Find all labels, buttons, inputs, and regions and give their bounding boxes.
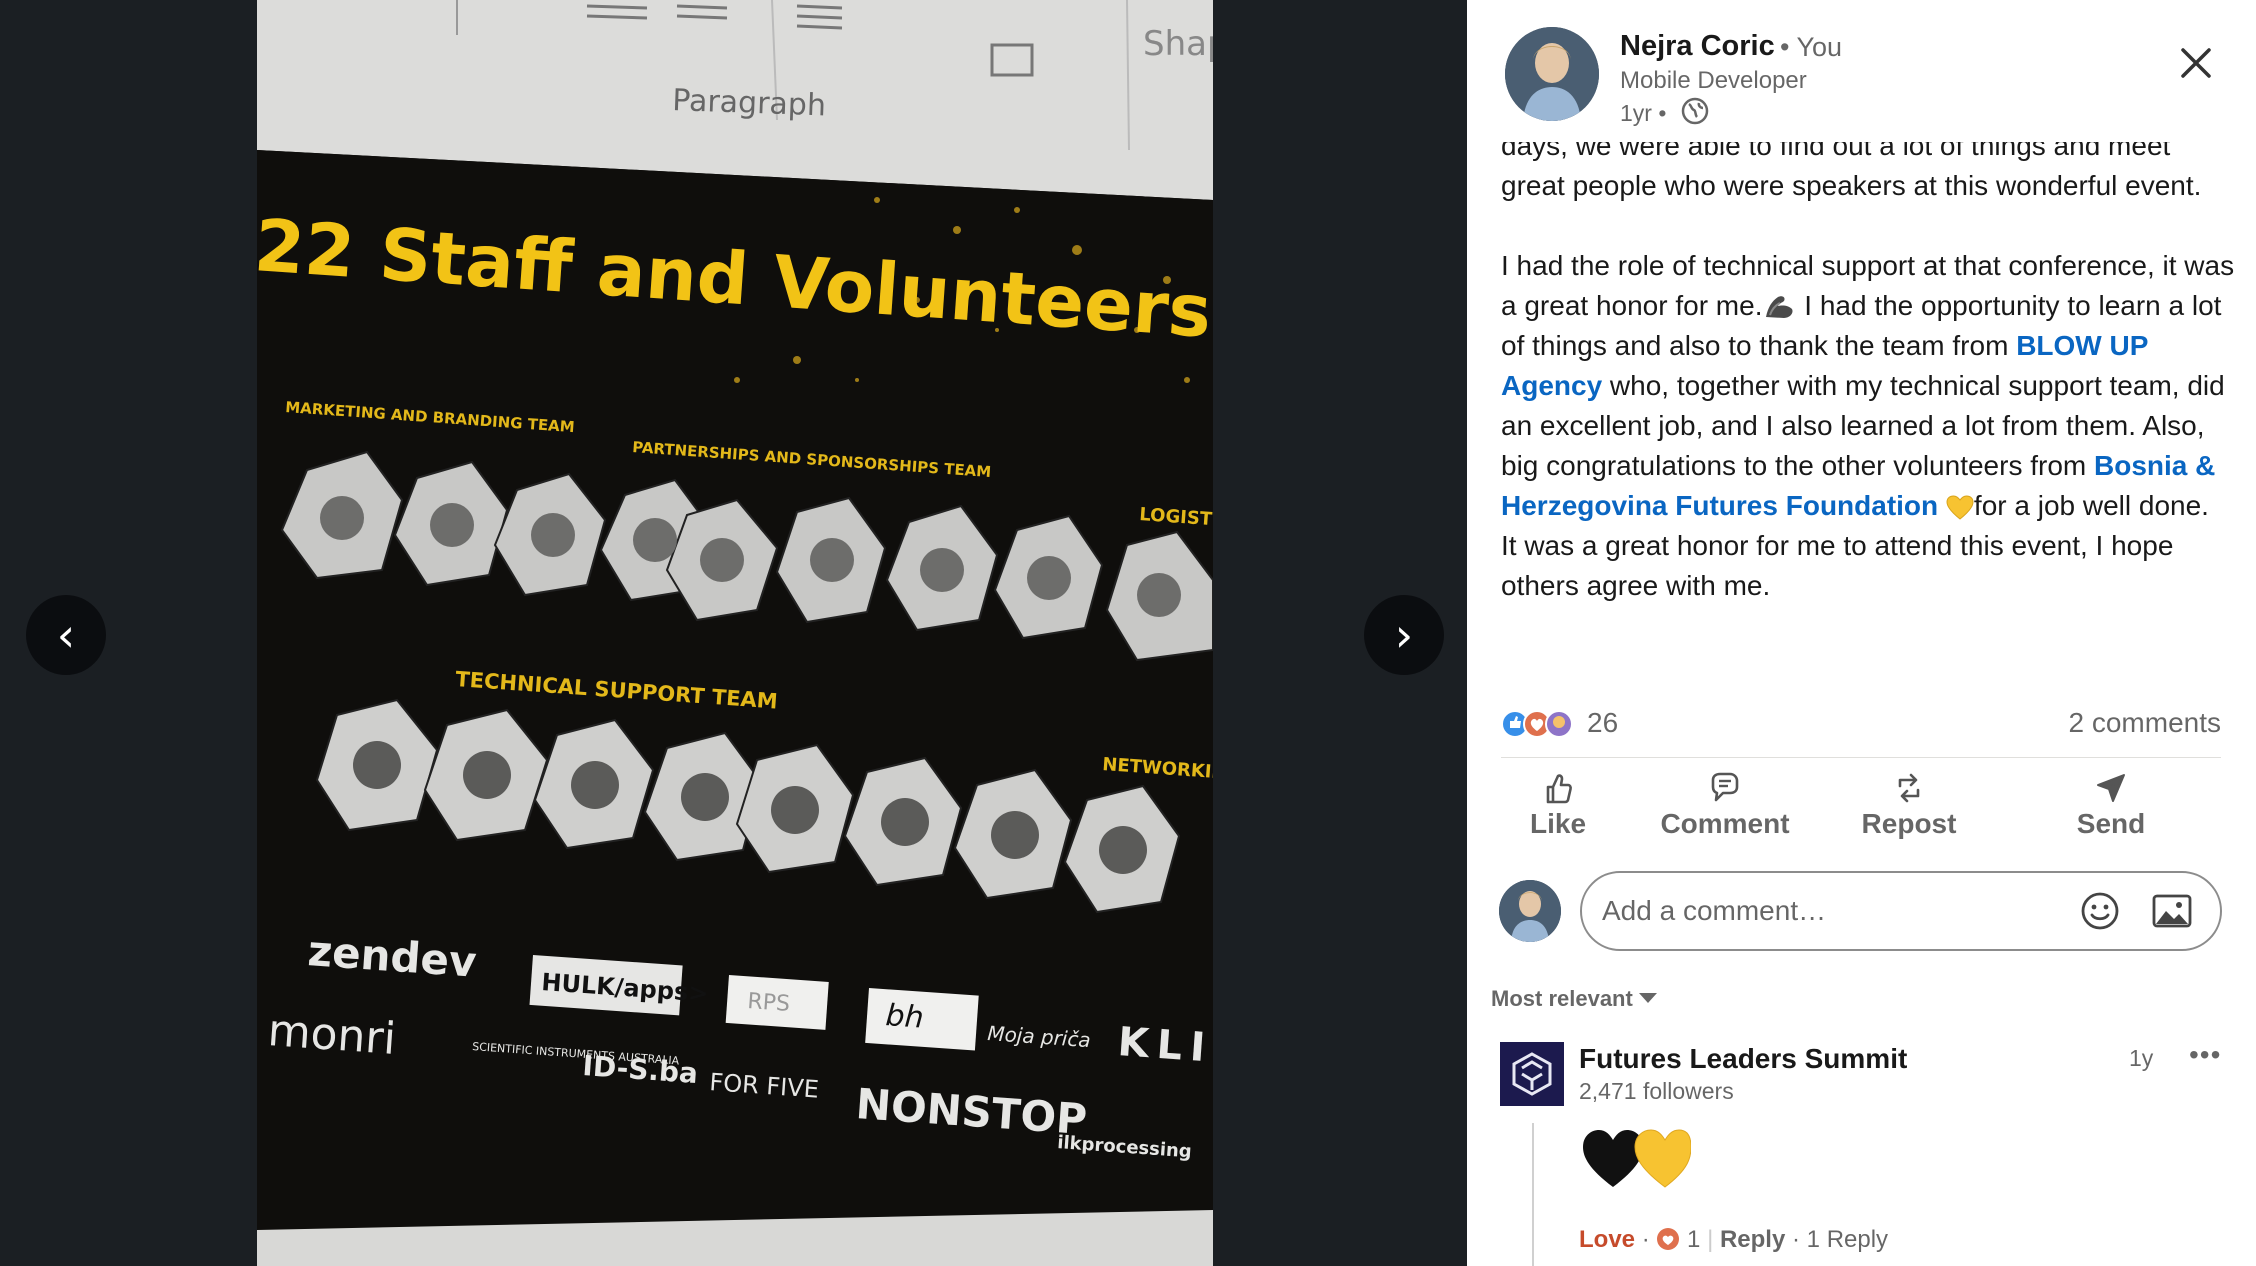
comment-button[interactable]: Comment [1657,770,1793,850]
globe-icon [1681,97,1709,125]
post-paragraph-closing: It was a great honor for me to attend th… [1501,530,2174,601]
replies-count-link[interactable]: 1 Reply [1807,1226,1888,1253]
media-viewer: Paragraph Shap 22 Staff and Volunteers M… [0,0,1467,1266]
svg-text:KLI: KLI [1116,1019,1213,1072]
close-icon[interactable] [2171,38,2221,88]
author-headline: Mobile Developer [1620,67,1807,94]
love-count[interactable]: 1 [1687,1226,1700,1253]
thumbs-up-icon [1546,774,1572,804]
svg-text:monri: monri [266,1005,397,1065]
caret-down-icon [1638,993,1657,1003]
comment-input[interactable]: Add a comment… [1602,895,1826,927]
social-counts: 26 2 comments [1501,704,2221,744]
love-reaction-icon [1657,1228,1680,1250]
author-name[interactable]: Nejra Coric [1620,30,1775,63]
speech-bubble-icon [1711,772,1739,802]
divider [1501,757,2221,758]
comment-timestamp: 1y [2129,1045,2154,1071]
post-panel: days, we were able to find out a lot of … [1467,0,2256,1266]
thread-line [1532,1123,1534,1266]
chevron-left-icon: ‹ [56,608,76,662]
love-reaction-button[interactable]: Love [1579,1226,1635,1253]
previous-image-button[interactable]: ‹ [26,595,106,675]
post-actions: Like Comment Repost Send [1501,770,2221,850]
reaction-icons[interactable] [1501,707,1581,741]
like-button[interactable]: Like [1523,770,1593,850]
repost-button[interactable]: Repost [1859,770,1959,850]
comments-count-link[interactable]: 2 comments [2069,707,2222,739]
post-header: Nejra Coric • You Mobile Developer 1yr • [1467,0,2256,142]
paper-plane-icon [2097,774,2125,802]
svg-text:bh: bh [884,998,924,1036]
next-image-button[interactable]: › [1364,595,1444,675]
comment-item: Futures Leaders Summit 2,471 followers 1… [1467,1035,2256,1266]
sort-comments-dropdown[interactable]: Most relevant [1491,986,1657,1012]
commenter-name[interactable]: Futures Leaders Summit [1579,1043,1907,1075]
photo-toolbar-paragraph: Paragraph [672,83,827,123]
reaction-count[interactable]: 26 [1587,707,1618,739]
chevron-right-icon: › [1394,608,1414,662]
org-logo[interactable] [1500,1042,1564,1106]
author-avatar[interactable] [1505,27,1599,121]
my-avatar [1499,880,1561,942]
comment-footer: Love · 1 | Reply · 1 Reply [1579,1226,1889,1253]
commenter-followers: 2,471 followers [1579,1078,1734,1104]
yellow-heart-icon [1946,495,1974,520]
reply-button[interactable]: Reply [1720,1226,1785,1253]
comment-emoji-hearts [1583,1129,1691,1188]
flexed-biceps-icon [1766,296,1794,318]
smiley-icon[interactable] [2078,889,2122,933]
photo-toolbar-shape: Shap [1143,24,1213,64]
author-relation: • You [1780,32,1843,62]
comment-input-box[interactable]: Add a comment… [1580,871,2222,951]
repost-icon [1898,773,1920,803]
post-paragraph-main: I had the role of technical support at t… [1501,250,2235,521]
more-options-icon[interactable]: ••• [2189,1039,2221,1071]
svg-text:RPS: RPS [747,989,791,1017]
post-photo: Paragraph Shap 22 Staff and Volunteers M… [257,0,1213,1266]
post-text: days, we were able to find out a lot of … [1501,126,2241,606]
send-button[interactable]: Send [2073,770,2149,850]
post-timestamp: 1yr • [1620,100,1667,126]
image-icon[interactable] [2150,891,2194,931]
